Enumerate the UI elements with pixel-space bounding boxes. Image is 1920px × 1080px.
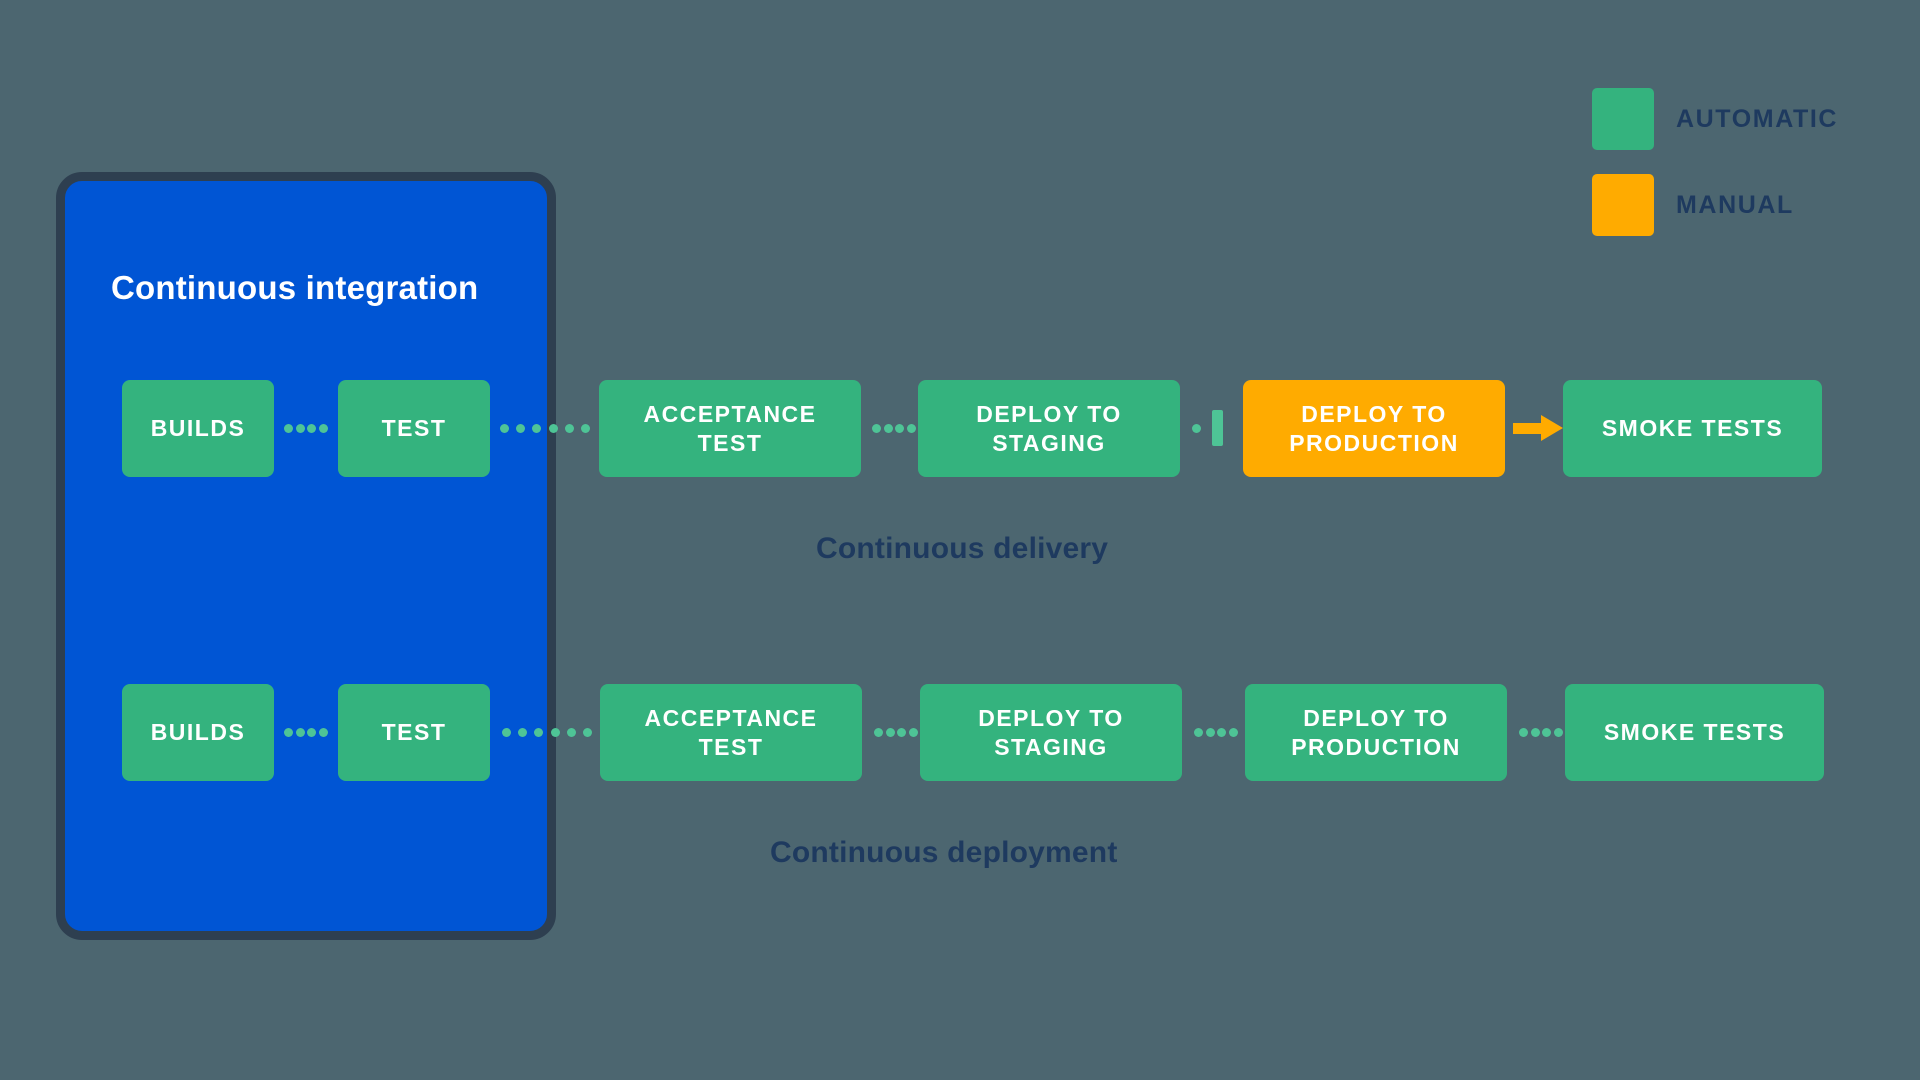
node-smoke-tests-deployment: SMOKE TESTS <box>1565 684 1824 781</box>
node-smoke-tests-delivery: SMOKE TESTS <box>1563 380 1822 477</box>
node-label: DEPLOY TO PRODUCTION <box>1289 400 1459 457</box>
connector-staging-to-production-deployment <box>1194 726 1238 738</box>
node-label-line2: TEST <box>697 429 763 456</box>
node-label-line2: PRODUCTION <box>1289 429 1459 456</box>
connector-dot <box>1519 727 1528 737</box>
legend-item-manual: MANUAL <box>1592 174 1912 236</box>
connector-staging-to-production-delivery <box>1192 422 1202 434</box>
connector-dot <box>1192 423 1201 433</box>
node-label-line1: DEPLOY TO <box>978 704 1124 731</box>
connector-dot <box>1205 727 1215 737</box>
connector-dot <box>1217 727 1227 737</box>
connector-dot <box>908 727 918 737</box>
node-test-delivery: TEST <box>338 380 490 477</box>
connector-dot <box>548 423 558 433</box>
node-label: TEST <box>381 415 447 442</box>
node-builds-delivery: BUILDS <box>122 380 274 477</box>
connector-dot <box>1194 727 1203 737</box>
node-label: BUILDS <box>150 719 246 746</box>
connector-acceptance-to-staging-deployment <box>874 726 918 738</box>
node-test-deployment: TEST <box>338 684 490 781</box>
connector-dot <box>1542 727 1552 737</box>
connector-dot <box>550 727 560 737</box>
connector-dot <box>883 423 893 433</box>
node-label: BUILDS <box>150 415 246 442</box>
node-builds-deployment: BUILDS <box>122 684 274 781</box>
manual-swatch <box>1592 174 1654 236</box>
connector-dot <box>295 727 305 737</box>
node-label: TEST <box>381 719 447 746</box>
node-label-line2: TEST <box>698 733 764 760</box>
connector-dot <box>518 727 528 737</box>
node-deploy-to-production-delivery: DEPLOY TO PRODUCTION <box>1243 380 1505 477</box>
connector-dot <box>897 727 907 737</box>
connector-dot <box>318 727 328 737</box>
node-label-line1: DEPLOY TO <box>1301 400 1447 427</box>
connector-dot <box>532 423 542 433</box>
node-label: ACCEPTANCE TEST <box>643 400 816 457</box>
connector-dot <box>502 727 511 737</box>
connector-builds-to-test-delivery <box>284 422 328 434</box>
continuous-integration-panel: Continuous integration <box>56 172 556 940</box>
automatic-swatch <box>1592 88 1654 150</box>
continuous-integration-title: Continuous integration <box>111 269 479 306</box>
arrow-head <box>1541 415 1563 441</box>
node-label-line1: ACCEPTANCE <box>644 704 818 731</box>
connector-dot <box>284 727 293 737</box>
diagram-canvas: AUTOMATIC MANUAL Continuous integration … <box>0 0 1920 1080</box>
connector-dot <box>1228 727 1238 737</box>
connector-dot <box>582 727 592 737</box>
legend-label-automatic: AUTOMATIC <box>1676 104 1839 133</box>
node-label-line2: STAGING <box>994 733 1108 760</box>
connector-dot <box>516 423 526 433</box>
connector-dot <box>885 727 895 737</box>
node-label: ACCEPTANCE TEST <box>644 704 817 761</box>
connector-production-to-smoke-arrow-icon <box>1513 415 1563 441</box>
connector-dot <box>874 727 883 737</box>
node-deploy-to-staging-deployment: DEPLOY TO STAGING <box>920 684 1182 781</box>
legend-label-manual: MANUAL <box>1676 190 1794 219</box>
node-deploy-to-production-deployment: DEPLOY TO PRODUCTION <box>1245 684 1507 781</box>
legend: AUTOMATIC MANUAL <box>1592 88 1912 260</box>
connector-dot <box>307 423 317 433</box>
connector-dot <box>307 727 317 737</box>
connector-dot <box>500 423 509 433</box>
connector-test-to-acceptance-delivery <box>500 422 590 434</box>
node-label: SMOKE TESTS <box>1601 415 1784 442</box>
node-label-line1: ACCEPTANCE <box>643 400 817 427</box>
manual-gate-bar-icon <box>1212 410 1223 446</box>
connector-test-to-acceptance-deployment <box>502 726 592 738</box>
node-acceptance-test-delivery: ACCEPTANCE TEST <box>599 380 861 477</box>
node-label: SMOKE TESTS <box>1603 719 1786 746</box>
caption-continuous-deployment: Continuous deployment <box>770 836 1118 869</box>
node-label-line2: STAGING <box>992 429 1106 456</box>
connector-dot <box>284 423 293 433</box>
connector-dot <box>872 423 881 433</box>
node-label-line1: DEPLOY TO <box>1303 704 1449 731</box>
connector-dot <box>580 423 590 433</box>
connector-dot <box>895 423 905 433</box>
arrow-shaft <box>1513 423 1543 434</box>
node-label: DEPLOY TO STAGING <box>976 400 1122 457</box>
connector-dot <box>1530 727 1540 737</box>
connector-dot <box>1553 727 1563 737</box>
connector-dot <box>566 727 576 737</box>
connector-dot <box>564 423 574 433</box>
connector-builds-to-test-deployment <box>284 726 328 738</box>
legend-item-automatic: AUTOMATIC <box>1592 88 1912 150</box>
connector-dot <box>318 423 328 433</box>
connector-acceptance-to-staging-delivery <box>872 422 916 434</box>
connector-dot <box>295 423 305 433</box>
node-label-line2: PRODUCTION <box>1291 733 1461 760</box>
caption-continuous-delivery: Continuous delivery <box>816 532 1109 565</box>
node-deploy-to-staging-delivery: DEPLOY TO STAGING <box>918 380 1180 477</box>
node-label: DEPLOY TO STAGING <box>978 704 1124 761</box>
connector-dot <box>534 727 544 737</box>
node-acceptance-test-deployment: ACCEPTANCE TEST <box>600 684 862 781</box>
connector-dot <box>906 423 916 433</box>
connector-production-to-smoke-deployment <box>1519 726 1563 738</box>
node-label: DEPLOY TO PRODUCTION <box>1291 704 1461 761</box>
node-label-line1: DEPLOY TO <box>976 400 1122 427</box>
